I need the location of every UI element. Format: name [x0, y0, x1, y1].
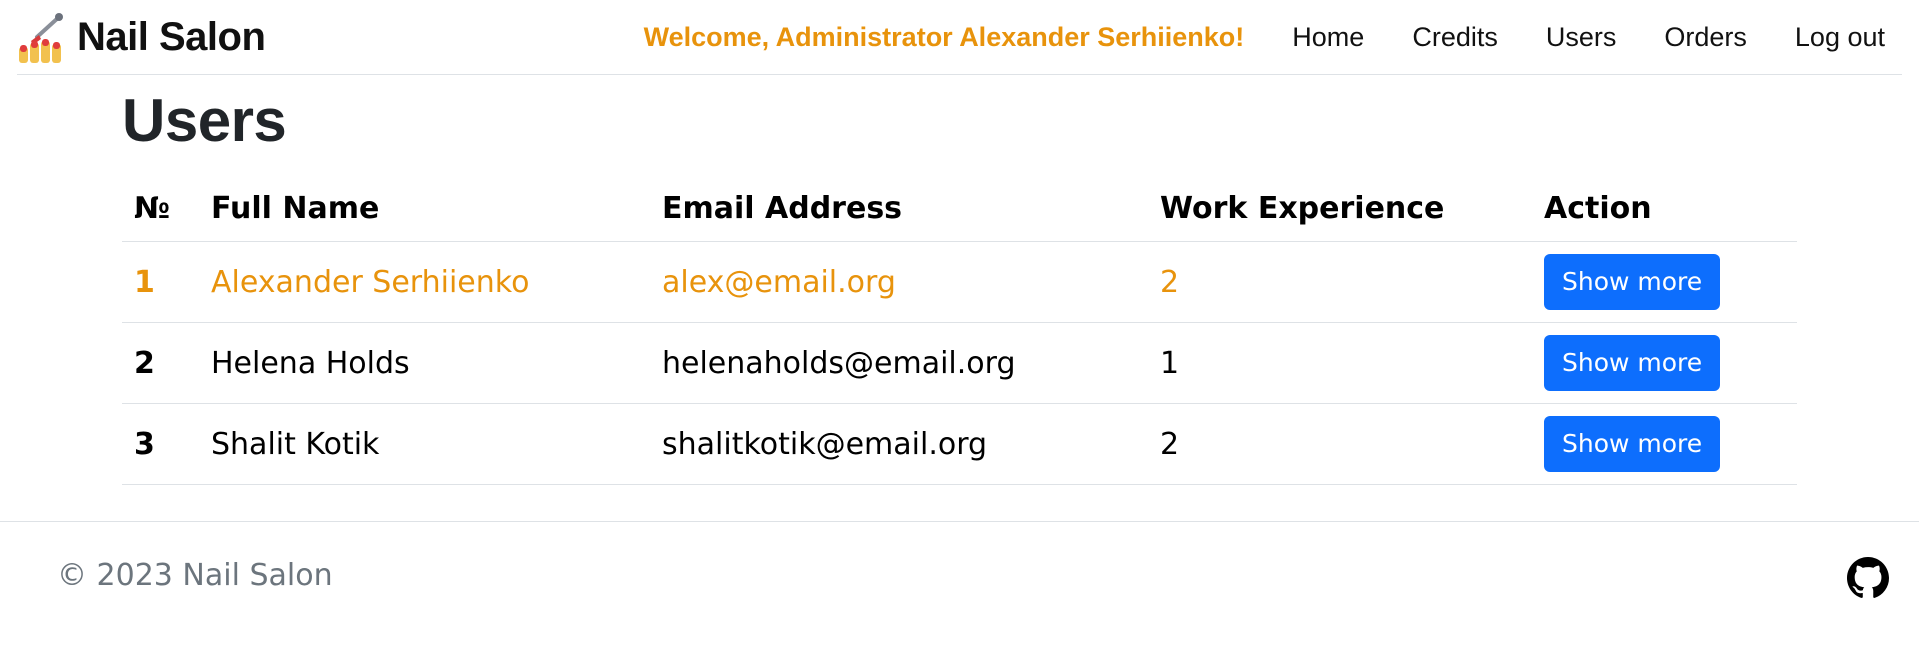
row-number: 1 — [122, 241, 199, 323]
navbar: Nail Salon Welcome, Administrator Alexan… — [17, 0, 1902, 75]
row-email: alex@email.org — [650, 241, 1148, 323]
row-full-name: Alexander Serhiienko — [199, 241, 650, 323]
row-action-cell: Show more — [1532, 322, 1797, 404]
row-email: helenaholds@email.org — [650, 322, 1148, 404]
row-full-name: Shalit Kotik — [199, 403, 650, 485]
table-row: 2 Helena Holds helenaholds@email.org 1 S… — [122, 322, 1797, 404]
brand-link[interactable]: Nail Salon — [17, 11, 266, 63]
show-more-button[interactable]: Show more — [1544, 254, 1721, 310]
row-action-cell: Show more — [1532, 241, 1797, 323]
row-number: 2 — [122, 322, 199, 404]
header-work-experience: Work Experience — [1148, 175, 1532, 242]
table-row: 3 Shalit Kotik shalitkotik@email.org 2 S… — [122, 403, 1797, 485]
row-email: shalitkotik@email.org — [650, 403, 1148, 485]
page-title: Users — [122, 87, 287, 154]
nav-orders[interactable]: Orders — [1664, 22, 1747, 53]
nav-home[interactable]: Home — [1292, 22, 1364, 53]
footer: © 2023 Nail Salon — [0, 521, 1919, 646]
header-email: Email Address — [650, 175, 1148, 242]
show-more-button[interactable]: Show more — [1544, 416, 1721, 472]
nav-logout[interactable]: Log out — [1795, 22, 1885, 53]
users-table: № Full Name Email Address Work Experienc… — [122, 175, 1797, 485]
header-action: Action — [1532, 175, 1797, 242]
github-icon[interactable] — [1847, 557, 1889, 599]
table-row: 1 Alexander Serhiienko alex@email.org 2 … — [122, 241, 1797, 323]
row-action-cell: Show more — [1532, 403, 1797, 485]
show-more-button[interactable]: Show more — [1544, 335, 1721, 391]
nail-polish-icon — [19, 13, 63, 63]
row-work-experience: 1 — [1148, 322, 1532, 404]
row-number: 3 — [122, 403, 199, 485]
row-full-name: Helena Holds — [199, 322, 650, 404]
nav-menu: Welcome, Administrator Alexander Serhiie… — [644, 0, 1902, 74]
welcome-message: Welcome, Administrator Alexander Serhiie… — [643, 21, 1245, 52]
row-work-experience: 2 — [1148, 241, 1532, 323]
row-work-experience: 2 — [1148, 403, 1532, 485]
copyright-text: © 2023 Nail Salon — [57, 558, 333, 593]
nav-credits[interactable]: Credits — [1412, 22, 1498, 53]
brand-name: Nail Salon — [77, 14, 266, 59]
header-full-name: Full Name — [199, 175, 650, 242]
header-number: № — [122, 175, 199, 242]
table-header-row: № Full Name Email Address Work Experienc… — [122, 175, 1797, 242]
nav-users[interactable]: Users — [1546, 22, 1617, 53]
